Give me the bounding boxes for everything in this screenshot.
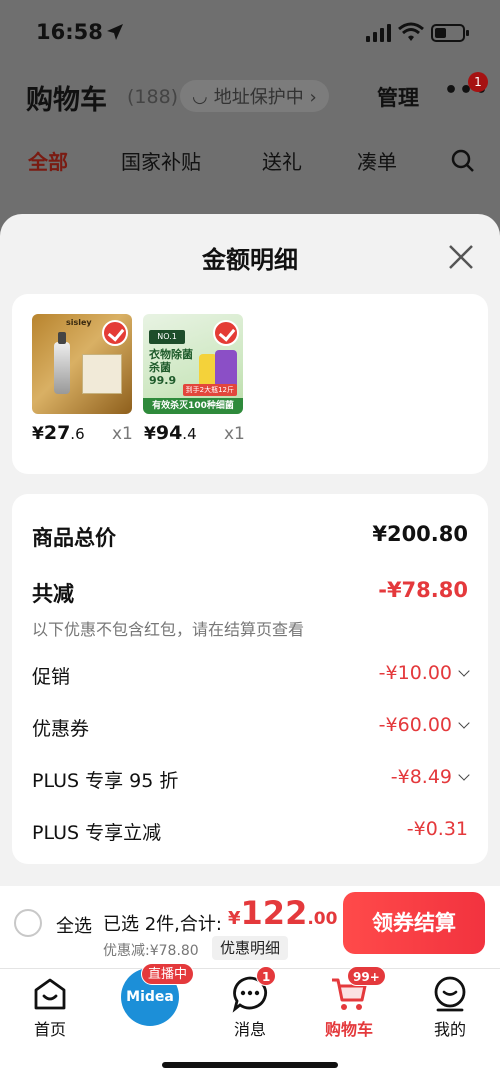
product-brand: sisley: [66, 318, 92, 327]
checkout-button[interactable]: 领券结算: [343, 892, 485, 954]
product-quantity: x1: [224, 424, 245, 444]
home-indicator: [162, 1062, 338, 1068]
discount-amount: 优惠减:¥78.80: [103, 943, 199, 959]
address-protection-label: 地址保护中 ›: [213, 87, 317, 108]
status-bar: 16:58: [0, 0, 500, 66]
product-ribbon: 有效杀灭100种细菌: [143, 398, 243, 414]
nav-home[interactable]: 首页: [10, 974, 90, 1039]
plus-off-label: PLUS 专享立减: [32, 822, 162, 844]
plus-discount-value: -¥8.49: [390, 766, 452, 788]
product-claim-text: 衣物除菌 杀菌99.9: [149, 348, 193, 387]
cart-tabs: 全部 国家补贴 送礼 凑单: [0, 146, 500, 182]
product-price: ¥94.4: [144, 422, 197, 444]
total-price-value: ¥200.80: [372, 522, 468, 546]
nav-mine[interactable]: 我的: [410, 974, 490, 1039]
smile-icon: ◡: [192, 85, 208, 107]
select-all-label[interactable]: 全选: [56, 912, 92, 938]
divider: [0, 968, 500, 969]
close-icon[interactable]: [446, 242, 476, 272]
cart-badge: 99+: [347, 966, 386, 986]
nav-mine-label: 我的: [433, 1020, 466, 1039]
plus-off-value: -¥0.31: [406, 818, 468, 840]
product-box-image: [82, 354, 122, 394]
message-badge: 1: [256, 966, 277, 986]
nav-cart-label: 购物车: [324, 1020, 373, 1039]
promo-row[interactable]: 促销 -¥10.00: [32, 662, 470, 690]
total-price-label: 商品总价: [32, 526, 116, 550]
product-list-card: sisley NO.1 衣物除菌 杀菌99.9 到手2大瓶12斤 有效杀灭100…: [12, 294, 488, 474]
cellular-signal-icon: [366, 24, 391, 42]
promo-label: 促销: [32, 666, 71, 688]
bottom-bar: 全选 已选 2件,合计: ¥122.00 优惠减:¥78.80 优惠明细 领券结…: [0, 886, 500, 1083]
selected-check-icon: [102, 320, 128, 346]
nav-cart[interactable]: 99+ 购物车: [309, 966, 389, 1039]
product-promo-tag: 到手2大瓶12斤: [182, 384, 237, 396]
page-title: 购物车: [26, 85, 107, 116]
home-icon: [34, 978, 66, 1010]
search-icon[interactable]: [451, 149, 475, 173]
total-reduce-value: -¥78.80: [378, 578, 468, 602]
price-breakdown-card: 商品总价 ¥200.80 共减 -¥78.80 以下优惠不包含红包，请在结算页查…: [12, 494, 488, 864]
address-protection-pill[interactable]: ◡ 地址保护中 ›: [180, 80, 329, 112]
nav-messages[interactable]: 1 消息: [210, 966, 290, 1039]
total-amount: ¥122.00: [228, 894, 338, 932]
wifi-icon: [398, 22, 424, 41]
selected-count: 已选 2件,合计:: [103, 914, 222, 935]
location-arrow-icon: [107, 24, 123, 40]
total-reduce-label: 共减: [32, 582, 74, 606]
select-all-checkbox[interactable]: [14, 909, 42, 937]
more-badge: 1: [468, 72, 488, 92]
chevron-down-icon[interactable]: [458, 769, 470, 781]
tab-national-subsidy[interactable]: 国家补贴: [121, 146, 201, 175]
nav-messages-label: 消息: [233, 1020, 266, 1039]
manage-button[interactable]: 管理: [377, 82, 419, 112]
battery-icon: [431, 24, 469, 42]
plus-discount-row[interactable]: PLUS 专享 95 折 -¥8.49: [32, 766, 470, 794]
tab-all[interactable]: 全部: [28, 146, 68, 175]
coupon-label: 优惠券: [32, 718, 90, 740]
coupon-value: -¥60.00: [378, 714, 452, 736]
coupon-row[interactable]: 优惠券 -¥60.00: [32, 714, 470, 742]
status-time: 16:58: [36, 20, 103, 44]
total-price-row: 商品总价 ¥200.80: [32, 522, 468, 552]
discount-detail-button[interactable]: 优惠明细: [212, 936, 289, 960]
live-badge: 直播中: [141, 963, 195, 985]
product-thumbnail-serum[interactable]: sisley: [32, 314, 132, 414]
product-rank-badge: NO.1: [149, 330, 185, 344]
plus-discount-label: PLUS 专享 95 折: [32, 770, 179, 792]
plus-off-row: PLUS 专享立减 -¥0.31: [32, 818, 468, 846]
nav-home-label: 首页: [33, 1020, 66, 1039]
product-price: ¥27.6: [32, 422, 85, 444]
discount-note: 以下优惠不包含红包，请在结算页查看: [32, 620, 305, 639]
selected-check-icon: [213, 320, 239, 346]
sheet-title: 金额明细: [202, 246, 298, 274]
profile-icon: [434, 976, 466, 1012]
product-quantity: x1: [112, 424, 133, 444]
chevron-down-icon[interactable]: [458, 665, 470, 677]
chevron-down-icon[interactable]: [458, 717, 470, 729]
cart-count: (188): [127, 86, 179, 108]
tab-bundle[interactable]: 凑单: [357, 146, 397, 175]
serum-bottle-image: [54, 332, 70, 394]
promo-value: -¥10.00: [378, 662, 452, 684]
tab-gift[interactable]: 送礼: [262, 146, 302, 175]
total-reduce-row: 共减 -¥78.80: [32, 578, 468, 608]
product-thumbnail-detergent[interactable]: NO.1 衣物除菌 杀菌99.9 到手2大瓶12斤 有效杀灭100种细菌: [143, 314, 243, 414]
